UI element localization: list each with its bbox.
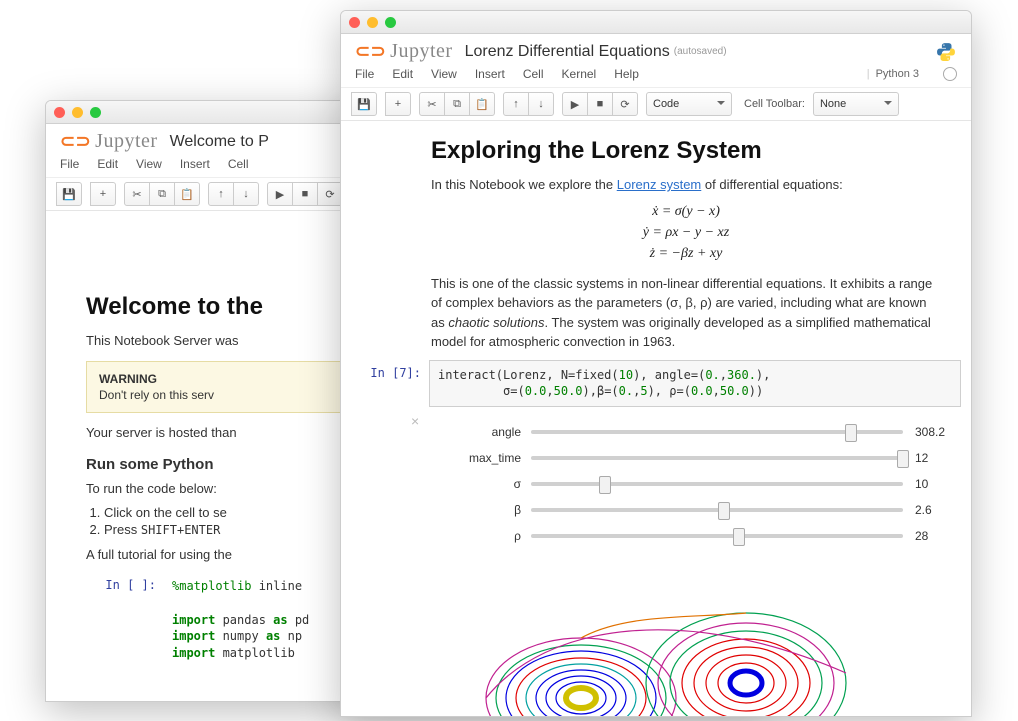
menu-edit[interactable]: Edit [392, 67, 413, 81]
equations: ẋ = σ(y − x) ẏ = ρx − y − xz ż = −βz + x… [431, 201, 941, 264]
add-cell-button[interactable]: + [90, 182, 116, 206]
slider-angle[interactable]: angle 308.2 [435, 421, 957, 443]
slider-ρ[interactable]: ρ 28 [435, 525, 957, 547]
zoom-icon[interactable] [90, 107, 101, 118]
cell-toolbar-select[interactable]: None [813, 92, 899, 116]
slider-thumb[interactable] [718, 502, 730, 520]
description-paragraph: This is one of the classic systems in no… [431, 274, 941, 352]
slider-value: 12 [915, 451, 957, 465]
code-cell[interactable]: In [7]: interact(Lorenz, N=fixed(10), an… [351, 360, 961, 408]
slider-β[interactable]: β 2.6 [435, 499, 957, 521]
notebook-title[interactable]: Welcome to P [170, 133, 269, 151]
slider-label: ρ [435, 529, 531, 543]
slider-track[interactable] [531, 430, 903, 434]
close-icon[interactable] [54, 107, 65, 118]
add-cell-button[interactable]: + [385, 92, 411, 116]
toolbar: 💾 + ✂ ⧉ 📋 ↑ ↓ ▶ ■ ⟳ Code Cell Toolbar: N… [341, 88, 971, 121]
slider-value: 10 [915, 477, 957, 491]
menu-cell[interactable]: Cell [228, 157, 249, 171]
close-icon[interactable] [349, 17, 360, 28]
slider-max_time[interactable]: max_time 12 [435, 447, 957, 469]
menubar: File Edit View Insert Cell Kernel Help |… [341, 65, 971, 88]
jupyter-logo: ⊂⊃Jupyter [60, 130, 158, 153]
slider-thumb[interactable] [845, 424, 857, 442]
lorenz-plot [426, 573, 886, 717]
menu-insert[interactable]: Insert [475, 67, 505, 81]
python-icon [935, 41, 957, 63]
menu-help[interactable]: Help [614, 67, 639, 81]
slider-track[interactable] [531, 534, 903, 538]
copy-button[interactable]: ⧉ [444, 92, 470, 116]
paste-button[interactable]: 📋 [174, 182, 200, 206]
lorenz-link[interactable]: Lorenz system [617, 177, 702, 192]
slider-label: max_time [435, 451, 531, 465]
slider-track[interactable] [531, 456, 903, 460]
slider-label: σ [435, 477, 531, 491]
slider-value: 2.6 [915, 503, 957, 517]
move-down-button[interactable]: ↓ [233, 182, 259, 206]
slider-value: 308.2 [915, 425, 957, 439]
kernel-status-icon [943, 67, 957, 81]
save-button[interactable]: 💾 [56, 182, 82, 206]
code-area[interactable]: interact(Lorenz, N=fixed(10), angle=(0.,… [429, 360, 961, 408]
slider-label: angle [435, 425, 531, 439]
intro-paragraph: In this Notebook we explore the Lorenz s… [431, 175, 941, 195]
stop-button[interactable]: ■ [587, 92, 613, 116]
slider-track[interactable] [531, 482, 903, 486]
slider-thumb[interactable] [599, 476, 611, 494]
cut-button[interactable]: ✂ [124, 182, 150, 206]
menu-cell[interactable]: Cell [523, 67, 544, 81]
notebook-title[interactable]: Lorenz Differential Equations [465, 43, 670, 61]
menu-file[interactable]: File [60, 157, 79, 171]
run-button[interactable]: ▶ [562, 92, 588, 116]
menu-view[interactable]: View [431, 67, 457, 81]
widget-panel: × angle 308.2 max_time 12 σ 10 β 2.6 ρ 28 [341, 407, 971, 555]
stop-button[interactable]: ■ [292, 182, 318, 206]
autosaved-label: (autosaved) [674, 46, 727, 57]
menu-view[interactable]: View [136, 157, 162, 171]
menu-kernel[interactable]: Kernel [562, 67, 597, 81]
jupyter-logo: ⊂⊃Jupyter [355, 40, 453, 63]
move-down-button[interactable]: ↓ [528, 92, 554, 116]
cell-toolbar-label: Cell Toolbar: [744, 98, 805, 110]
move-up-button[interactable]: ↑ [503, 92, 529, 116]
slider-σ[interactable]: σ 10 [435, 473, 957, 495]
minimize-icon[interactable] [367, 17, 378, 28]
cell-type-select[interactable]: Code [646, 92, 732, 116]
menu-insert[interactable]: Insert [180, 157, 210, 171]
run-button[interactable]: ▶ [267, 182, 293, 206]
kernel-indicator: | Python 3 [867, 67, 957, 81]
save-button[interactable]: 💾 [351, 92, 377, 116]
page-title: Exploring the Lorenz System [431, 137, 941, 165]
input-prompt: In [ ]: [86, 572, 164, 668]
slider-thumb[interactable] [897, 450, 909, 468]
restart-button[interactable]: ⟳ [612, 92, 638, 116]
zoom-icon[interactable] [385, 17, 396, 28]
slider-value: 28 [915, 529, 957, 543]
slider-thumb[interactable] [733, 528, 745, 546]
input-prompt: In [7]: [351, 360, 429, 408]
menu-file[interactable]: File [355, 67, 374, 81]
menu-edit[interactable]: Edit [97, 157, 118, 171]
slider-label: β [435, 503, 531, 517]
paste-button[interactable]: 📋 [469, 92, 495, 116]
widget-close-icon[interactable]: × [411, 413, 419, 429]
notebook-body: Exploring the Lorenz System In this Note… [341, 121, 971, 717]
titlebar[interactable] [341, 11, 971, 34]
foreground-window: ⊂⊃Jupyter Lorenz Differential Equations … [340, 10, 972, 717]
minimize-icon[interactable] [72, 107, 83, 118]
cut-button[interactable]: ✂ [419, 92, 445, 116]
notebook-header: ⊂⊃Jupyter Lorenz Differential Equations … [341, 34, 971, 65]
move-up-button[interactable]: ↑ [208, 182, 234, 206]
copy-button[interactable]: ⧉ [149, 182, 175, 206]
slider-track[interactable] [531, 508, 903, 512]
